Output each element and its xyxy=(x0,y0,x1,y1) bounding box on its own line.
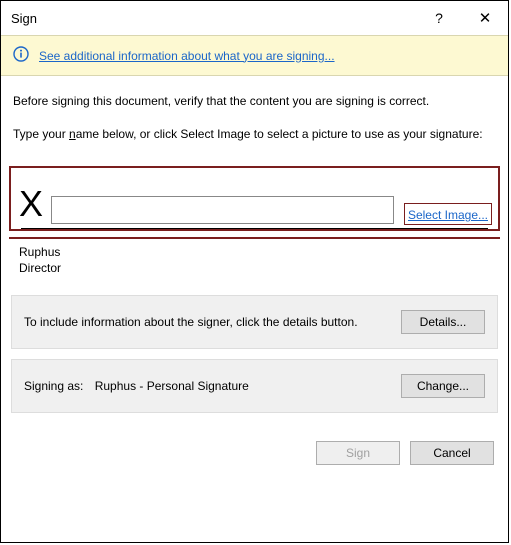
sign-dialog: Sign ? ✕ See additional information abou… xyxy=(0,0,509,543)
signer-title: Director xyxy=(19,261,490,275)
change-button[interactable]: Change... xyxy=(401,374,485,398)
cancel-button[interactable]: Cancel xyxy=(410,441,494,465)
signature-area: X Select Image... xyxy=(9,166,500,231)
sign-button[interactable]: Sign xyxy=(316,441,400,465)
name-instruction: Type your name below, or click Select Im… xyxy=(13,126,496,142)
info-icon xyxy=(13,46,29,65)
signature-input[interactable] xyxy=(51,196,394,224)
select-image-container: Select Image... xyxy=(404,203,492,225)
info-banner: See additional information about what yo… xyxy=(1,35,508,76)
info-banner-link[interactable]: See additional information about what yo… xyxy=(39,49,335,63)
details-row: To include information about the signer,… xyxy=(11,295,498,349)
verify-text: Before signing this document, verify tha… xyxy=(13,94,496,108)
signing-as-label: Signing as: xyxy=(24,379,83,393)
signing-as-value: Ruphus - Personal Signature xyxy=(95,379,249,393)
help-button[interactable]: ? xyxy=(416,1,462,35)
signing-as-row: Signing as: Ruphus - Personal Signature … xyxy=(11,359,498,413)
window-title: Sign xyxy=(11,11,416,26)
signature-line xyxy=(21,228,488,229)
signer-info: Ruphus Director xyxy=(1,239,508,285)
details-button[interactable]: Details... xyxy=(401,310,485,334)
select-image-link[interactable]: Select Image... xyxy=(408,208,488,222)
details-text: To include information about the signer,… xyxy=(24,315,401,329)
titlebar: Sign ? ✕ xyxy=(1,1,508,35)
signer-name: Ruphus xyxy=(19,245,490,259)
dialog-body: Before signing this document, verify tha… xyxy=(1,76,508,542)
dialog-footer: Sign Cancel xyxy=(1,413,508,479)
signature-x-label: X xyxy=(17,186,45,224)
close-button[interactable]: ✕ xyxy=(462,1,508,35)
